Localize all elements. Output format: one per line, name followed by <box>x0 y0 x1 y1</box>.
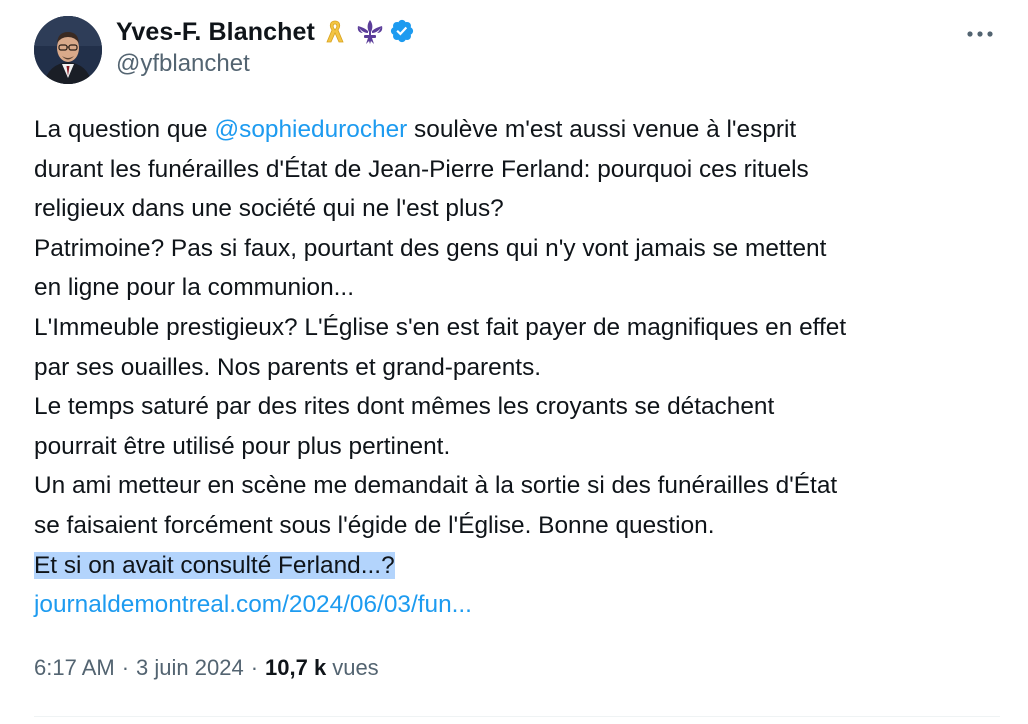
tweet-line: Le temps saturé par des rites dont mêmes… <box>34 393 775 421</box>
tweet-line: en ligne pour la communion... <box>34 274 354 302</box>
divider <box>34 716 1000 717</box>
tweet-line: La question que @sophiedurocher soulève … <box>34 110 1004 150</box>
tweet-line: durant les funérailles d'État de Jean-Pi… <box>34 155 809 183</box>
verified-badge-icon[interactable] <box>389 18 417 46</box>
views-count[interactable]: 10,7 k <box>265 655 326 681</box>
tweet-line: pourrait être utilisé pour plus pertinen… <box>34 432 451 460</box>
tweet-line: L'Immeuble prestigieux? L'Église s'en es… <box>34 313 847 341</box>
tweet-meta: 6:17 AM · 3 juin 2024 · 10,7 k vues <box>34 655 379 681</box>
yellow-ribbon-icon <box>321 18 349 46</box>
selected-text: Et si on avait consulté Ferland...? <box>34 551 395 579</box>
article-link[interactable]: journaldemontreal.com/2024/06/03/fun... <box>34 591 472 618</box>
tweet-text-segment: soulève m'est aussi venue à l'esprit <box>407 116 797 143</box>
tweet-date[interactable]: 3 juin 2024 <box>136 655 244 681</box>
avatar[interactable] <box>34 16 102 84</box>
mention-link[interactable]: @sophiedurocher <box>214 116 407 143</box>
tweet-time[interactable]: 6:17 AM <box>34 655 115 681</box>
tweet-text: La question que @sophiedurocher soulève … <box>34 110 1004 625</box>
meta-separator: · <box>121 655 130 680</box>
tweet-line: journaldemontreal.com/2024/06/03/fun... <box>34 585 1004 625</box>
fleur-de-lis-icon <box>355 18 383 46</box>
tweet-card: Yves-F. Blanchet @yfblanchet La question… <box>0 0 1028 724</box>
author-display-name[interactable]: Yves-F. Blanchet <box>116 18 315 47</box>
tweet-line: se faisaient forcément sous l'égide de l… <box>34 511 715 539</box>
tweet-line: religieux dans une société qui ne l'est … <box>34 195 504 223</box>
meta-separator: · <box>250 655 259 680</box>
tweet-line: par ses ouailles. Nos parents et grand-p… <box>34 353 542 381</box>
avatar-portrait-icon <box>34 16 102 84</box>
tweet-text-segment: La question que <box>34 116 215 143</box>
author-name-row: Yves-F. Blanchet <box>116 14 417 50</box>
more-options-icon[interactable] <box>962 22 998 46</box>
tweet-line: Un ami metteur en scène me demandait à l… <box>34 472 838 500</box>
tweet-line-highlighted: Et si on avait consulté Ferland...? <box>34 546 1004 586</box>
views-label: vues <box>332 655 379 680</box>
author-handle[interactable]: @yfblanchet <box>116 50 250 78</box>
tweet-line: Patrimoine? Pas si faux, pourtant des ge… <box>34 234 827 262</box>
